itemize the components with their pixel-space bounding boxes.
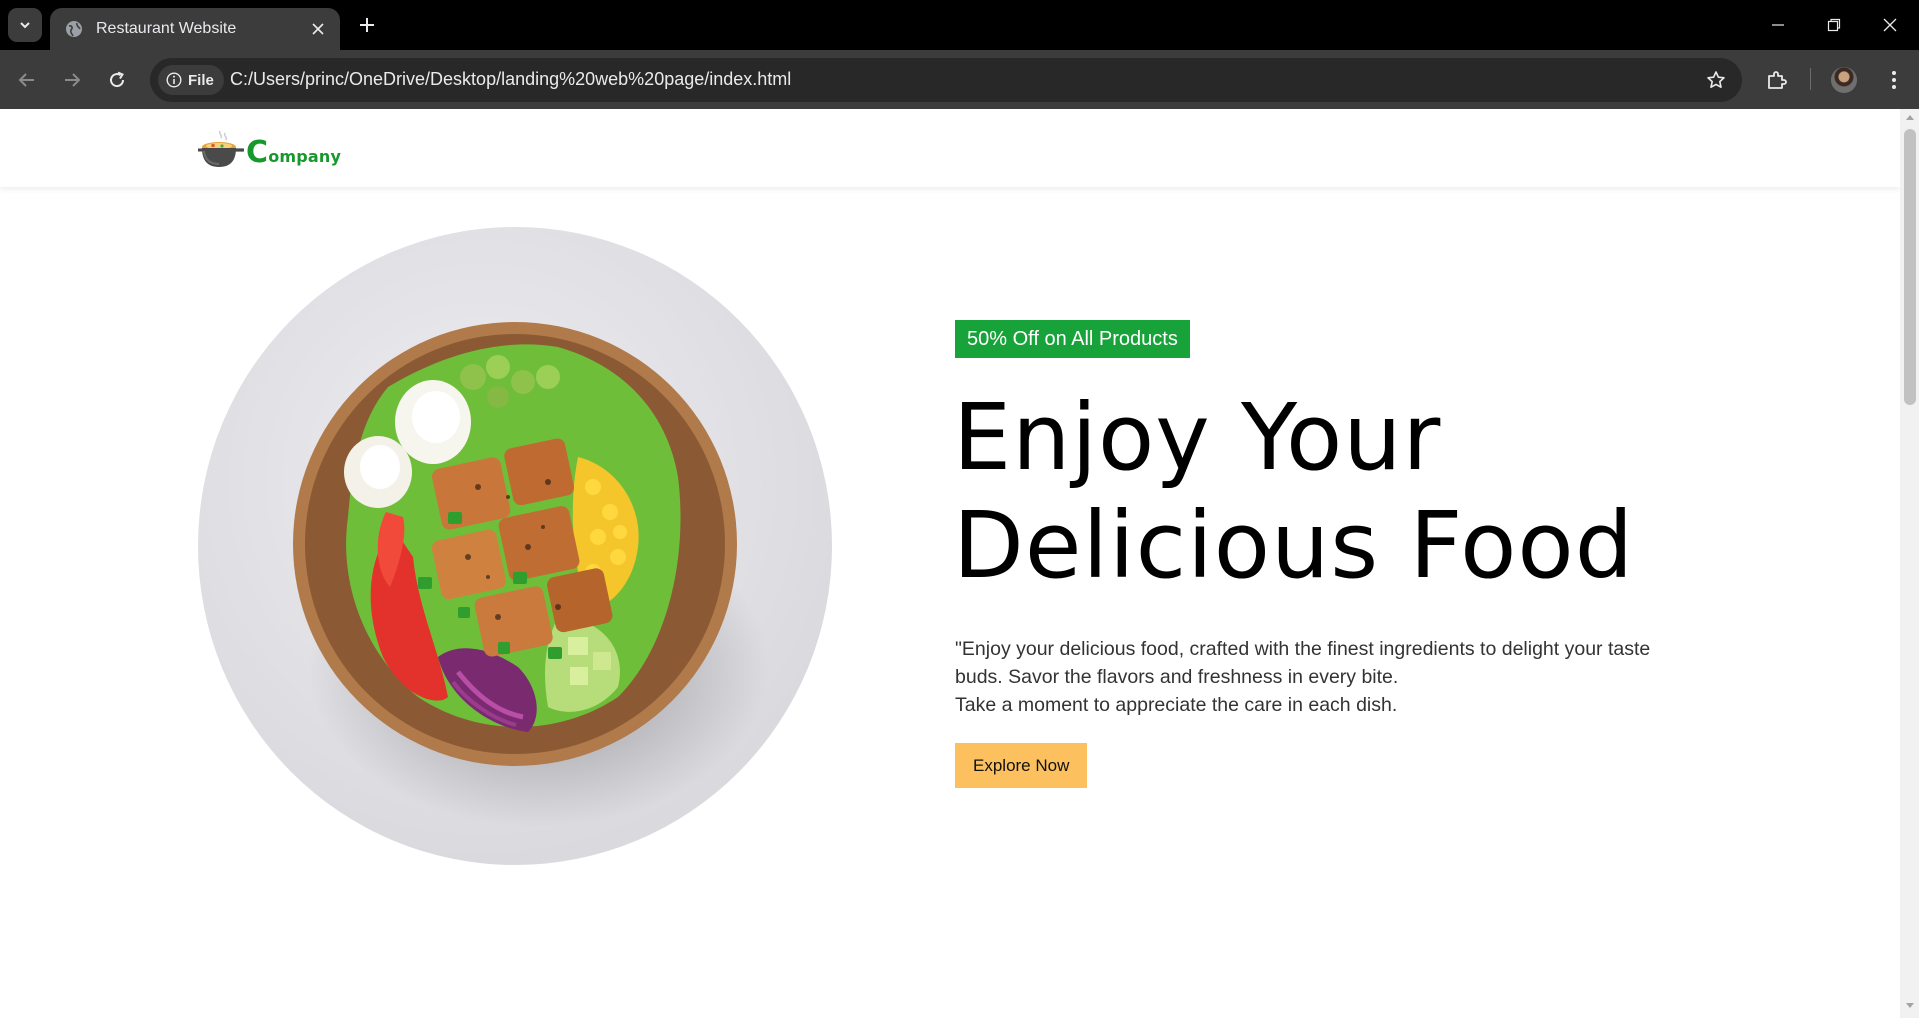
site-info-chip[interactable]: File: [158, 65, 224, 95]
globe-icon: [64, 19, 84, 39]
page-viewport: Company 50% Off on All Products Enjoy Yo…: [0, 109, 1900, 1018]
logo-text: Company: [246, 138, 342, 168]
close-tab-icon[interactable]: [304, 15, 332, 43]
chevron-down-icon: [20, 22, 30, 29]
bookmark-star-icon[interactable]: [1704, 68, 1728, 92]
scroll-down-arrow-icon[interactable]: [1900, 1002, 1919, 1014]
info-icon: [166, 72, 182, 88]
page-scrollbar[interactable]: [1900, 109, 1919, 1018]
toolbar-divider: [1810, 68, 1811, 90]
close-icon: [1883, 18, 1897, 32]
url-text[interactable]: C:/Users/princ/OneDrive/Desktop/landing%…: [230, 69, 791, 90]
site-header: Company: [0, 109, 1900, 187]
discount-badge: 50% Off on All Products: [955, 320, 1190, 358]
logo-rest: ompany: [268, 147, 342, 166]
plus-icon: [360, 18, 374, 32]
browser-menu-button[interactable]: [1876, 62, 1912, 98]
minimize-icon: [1772, 24, 1784, 26]
description-line-2: Take a moment to appreciate the care in …: [955, 694, 1398, 716]
headline-line-1: Enjoy Your: [953, 384, 1442, 491]
browser-tab-bar: Restaurant Website: [0, 0, 1919, 50]
browser-toolbar: File C:/Users/princ/OneDrive/Desktop/lan…: [0, 50, 1919, 109]
browser-tab[interactable]: Restaurant Website: [50, 8, 340, 50]
tab-title: Restaurant Website: [96, 20, 237, 37]
headline-line-2: Delicious Food: [953, 492, 1635, 599]
hero-content: 50% Off on All Products Enjoy Your Delic…: [953, 320, 1715, 788]
avatar: [1831, 67, 1857, 93]
new-tab-button[interactable]: [352, 10, 382, 40]
hero-food-bowl-image: [198, 227, 832, 865]
logo-initial: C: [246, 135, 269, 170]
forward-button[interactable]: [54, 62, 90, 98]
description-line-1: "Enjoy your delicious food, crafted with…: [955, 638, 1651, 688]
close-window-button[interactable]: [1862, 0, 1918, 50]
minimize-button[interactable]: [1750, 0, 1806, 50]
back-button[interactable]: [9, 62, 45, 98]
arrow-right-icon: [65, 73, 81, 87]
scroll-up-arrow-icon[interactable]: [1900, 113, 1919, 125]
profile-button[interactable]: [1826, 62, 1862, 98]
more-vertical-icon: [1892, 71, 1896, 89]
puzzle-icon: [1768, 71, 1787, 89]
restore-button[interactable]: [1806, 0, 1862, 50]
cooking-pot-icon: [198, 130, 244, 167]
reload-icon: [110, 71, 125, 88]
restore-icon: [1827, 18, 1841, 32]
site-chip-label: File: [188, 71, 214, 89]
extensions-button[interactable]: [1759, 62, 1795, 98]
hero-headline: Enjoy Your Delicious Food: [953, 384, 1715, 600]
explore-now-button[interactable]: Explore Now: [955, 743, 1088, 788]
scrollbar-thumb[interactable]: [1904, 129, 1916, 405]
reload-button[interactable]: [99, 62, 135, 98]
arrow-left-icon: [18, 73, 34, 87]
address-bar[interactable]: File C:/Users/princ/OneDrive/Desktop/lan…: [150, 58, 1742, 102]
hero-description: "Enjoy your delicious food, crafted with…: [955, 635, 1675, 719]
tab-search-button[interactable]: [8, 8, 42, 42]
company-logo[interactable]: Company: [198, 123, 341, 173]
